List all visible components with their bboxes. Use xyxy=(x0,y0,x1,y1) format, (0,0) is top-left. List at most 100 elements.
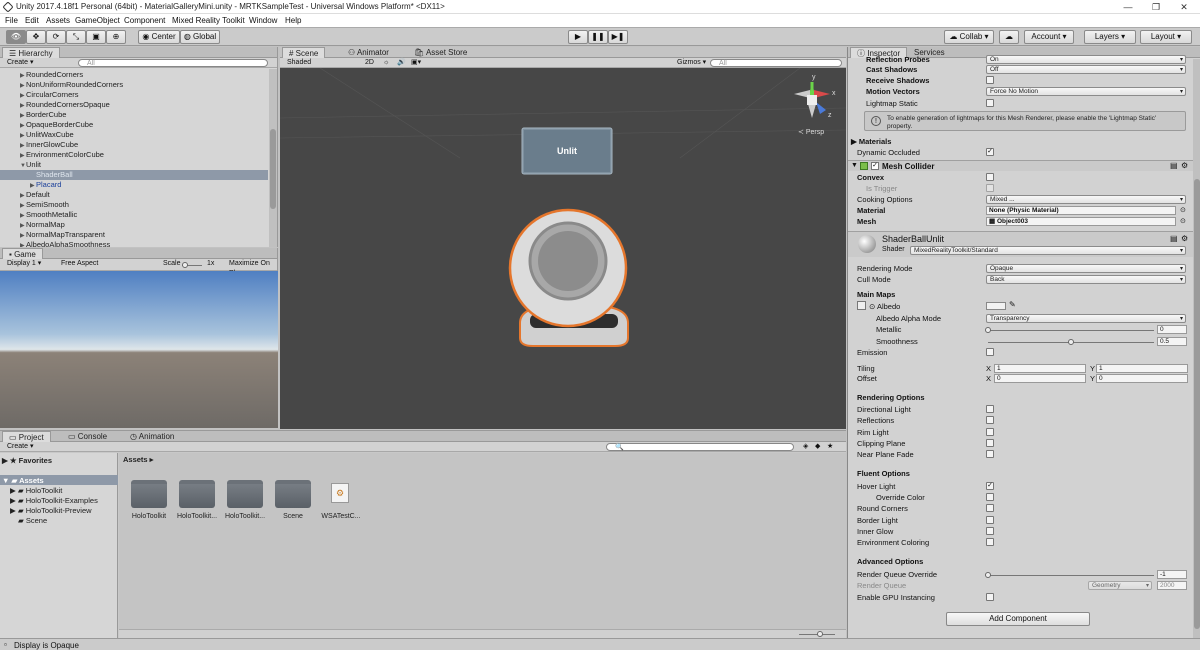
rim-light-checkbox[interactable] xyxy=(986,428,994,436)
maximize-on-play-button[interactable]: Maximize On Pl xyxy=(226,259,277,277)
component-gear-icon[interactable]: ⚙ xyxy=(1181,234,1188,243)
assets-root-item[interactable]: ▼ ▰ Assets xyxy=(2,476,44,485)
hierarchy-item[interactable]: ▶SemiSmooth xyxy=(0,200,268,210)
tab-animator[interactable]: ⚇ Animator xyxy=(342,47,395,58)
albedo-texture-slot[interactable] xyxy=(857,301,866,310)
offset-x-field[interactable]: 0 xyxy=(994,374,1086,383)
menu-edit[interactable]: Edit xyxy=(25,16,39,25)
is-trigger-checkbox[interactable] xyxy=(986,184,994,192)
object-picker-icon[interactable]: ⊙ xyxy=(1180,217,1186,225)
menu-component[interactable]: Component xyxy=(124,16,165,25)
hierarchy-item[interactable]: ▶AlbedoAlphaSmoothness xyxy=(0,240,268,247)
inspector-scroll-thumb[interactable] xyxy=(1194,179,1200,629)
add-component-button[interactable]: Add Component xyxy=(946,612,1090,626)
tree-item[interactable]: ▶ ▰ HoloToolkit-Preview xyxy=(10,506,92,515)
rotate-tool-icon[interactable]: ⟳ xyxy=(46,30,66,44)
tree-item[interactable]: ▰ Scene xyxy=(18,516,47,525)
rendering-mode-dropdown[interactable]: Opaque xyxy=(986,264,1186,273)
hierarchy-item[interactable]: ▶RoundedCorners xyxy=(0,70,268,80)
play-button[interactable]: ▶ xyxy=(568,30,588,44)
hierarchy-item[interactable]: ▶CircularCorners xyxy=(0,90,268,100)
layers-dropdown[interactable]: Layers ▾ xyxy=(1084,30,1136,44)
mesh-field[interactable]: ▦ Object003 xyxy=(986,217,1176,226)
2d-toggle[interactable]: 2D xyxy=(362,58,377,68)
gizmos-dropdown[interactable]: Gizmos ▾ xyxy=(674,58,709,68)
audio-toggle-icon[interactable]: 🔊 xyxy=(394,58,409,68)
aspect-dropdown[interactable]: Free Aspect xyxy=(58,259,156,269)
override-color-checkbox[interactable] xyxy=(986,493,994,501)
pivot-global-button[interactable]: ◍ Global xyxy=(180,30,220,44)
help-book-icon[interactable]: ▤ xyxy=(1170,234,1178,243)
render-queue-override-field[interactable]: -1 xyxy=(1157,570,1187,579)
step-button[interactable]: ▶❚ xyxy=(608,30,628,44)
cast-shadows-dropdown[interactable]: Off xyxy=(986,65,1186,74)
render-queue-override-knob[interactable] xyxy=(985,572,991,578)
albedo-alpha-mode-dropdown[interactable]: Transparency xyxy=(986,314,1186,323)
offset-y-field[interactable]: 0 xyxy=(1096,374,1188,383)
render-queue-field[interactable]: 2000 xyxy=(1157,581,1187,590)
menu-gameobject[interactable]: GameObject xyxy=(75,16,120,25)
filter-label-icon[interactable]: ◆ xyxy=(812,442,823,452)
near-plane-fade-checkbox[interactable] xyxy=(986,450,994,458)
cull-mode-dropdown[interactable]: Back xyxy=(986,275,1186,284)
cloud-icon[interactable]: ☁ xyxy=(999,30,1019,44)
menu-file[interactable]: File xyxy=(5,16,18,25)
favorites-item[interactable]: ▶ ★ Favorites xyxy=(2,456,52,465)
component-gear-icon[interactable]: ⚙ xyxy=(1181,161,1188,170)
inner-glow-checkbox[interactable] xyxy=(986,527,994,535)
layout-dropdown[interactable]: Layout ▾ xyxy=(1140,30,1192,44)
tree-item[interactable]: ▶ ▰ HoloToolkit xyxy=(10,486,62,495)
hierarchy-item[interactable]: ▼Unlit xyxy=(0,160,268,170)
project-create-dropdown[interactable]: Create ▾ xyxy=(4,442,36,452)
game-viewport[interactable] xyxy=(0,271,278,428)
hierarchy-scrollbar[interactable] xyxy=(269,69,277,247)
physic-material-field[interactable]: None (Physic Material) xyxy=(986,206,1176,215)
hierarchy-item[interactable]: ▶SmoothMetallic xyxy=(0,210,268,220)
convex-checkbox[interactable] xyxy=(986,173,994,181)
hierarchy-item[interactable]: ShaderBall xyxy=(0,170,268,180)
pause-button[interactable]: ❚❚ xyxy=(588,30,608,44)
hierarchy-item[interactable]: ▶NonUniformRoundedCorners xyxy=(0,80,268,90)
metallic-value-field[interactable]: 0 xyxy=(1157,325,1187,334)
tab-animation[interactable]: ◷ Animation xyxy=(124,431,180,442)
hierarchy-item[interactable]: ▶RoundedCornersOpaque xyxy=(0,100,268,110)
hierarchy-item[interactable]: ▶OpaqueBorderCube xyxy=(0,120,268,130)
render-queue-override-slider[interactable] xyxy=(985,572,1154,578)
close-button[interactable]: ✕ xyxy=(1172,1,1196,13)
pivot-center-button[interactable]: ◉ Center xyxy=(138,30,180,44)
albedo-color-swatch[interactable] xyxy=(986,302,1006,310)
material-header[interactable]: ShaderBallUnlit Shader MixedRealityToolk… xyxy=(848,231,1193,257)
reflection-probes-dropdown[interactable]: On xyxy=(986,55,1186,64)
filter-type-icon[interactable]: ◈ xyxy=(800,442,811,452)
lightmap-static-checkbox[interactable] xyxy=(986,99,994,107)
hierarchy-item[interactable]: ▶UnlitWaxCube xyxy=(0,130,268,140)
folder-icon[interactable] xyxy=(131,480,167,508)
effects-dropdown-icon[interactable]: ▣▾ xyxy=(408,58,424,68)
menu-assets[interactable]: Assets xyxy=(46,16,70,25)
scale-slider-knob[interactable] xyxy=(182,262,188,268)
maximize-button[interactable]: ❐ xyxy=(1144,1,1168,13)
tab-game[interactable]: ▪ Game xyxy=(2,248,43,259)
menu-window[interactable]: Window xyxy=(249,16,277,25)
materials-foldout[interactable]: ▶ Materials xyxy=(851,137,891,146)
rect-tool-icon[interactable]: ▣ xyxy=(86,30,106,44)
collab-button[interactable]: ☁ Collab ▾ xyxy=(944,30,994,44)
shader-dropdown[interactable]: MixedRealityToolkit/Standard xyxy=(910,246,1186,255)
receive-shadows-checkbox[interactable] xyxy=(986,76,994,84)
hierarchy-item[interactable]: ▶NormalMap xyxy=(0,220,268,230)
favorite-icon[interactable]: ★ xyxy=(824,442,836,452)
tab-project[interactable]: ▭ Project xyxy=(2,431,51,442)
orientation-gizmo[interactable] xyxy=(794,82,830,118)
border-light-checkbox[interactable] xyxy=(986,516,994,524)
hierarchy-item[interactable]: ▶BorderCube xyxy=(0,110,268,120)
mesh-collider-header[interactable]: ▼ ✓ Mesh Collider ▤ ⚙ xyxy=(848,160,1193,171)
smoothness-value-field[interactable]: 0.5 xyxy=(1157,337,1187,346)
gpu-instancing-checkbox[interactable] xyxy=(986,593,994,601)
menu-mixed-reality-toolkit[interactable]: Mixed Reality Toolkit xyxy=(172,16,245,25)
folder-icon[interactable] xyxy=(227,480,263,508)
hover-light-checkbox[interactable]: ✓ xyxy=(986,482,994,490)
assets-breadcrumb[interactable]: Assets ▸ xyxy=(123,455,153,464)
transform-tool-icon[interactable]: ⊕ xyxy=(106,30,126,44)
dynamic-occluded-checkbox[interactable]: ✓ xyxy=(986,148,994,156)
tab-scene[interactable]: # Scene xyxy=(282,47,326,58)
